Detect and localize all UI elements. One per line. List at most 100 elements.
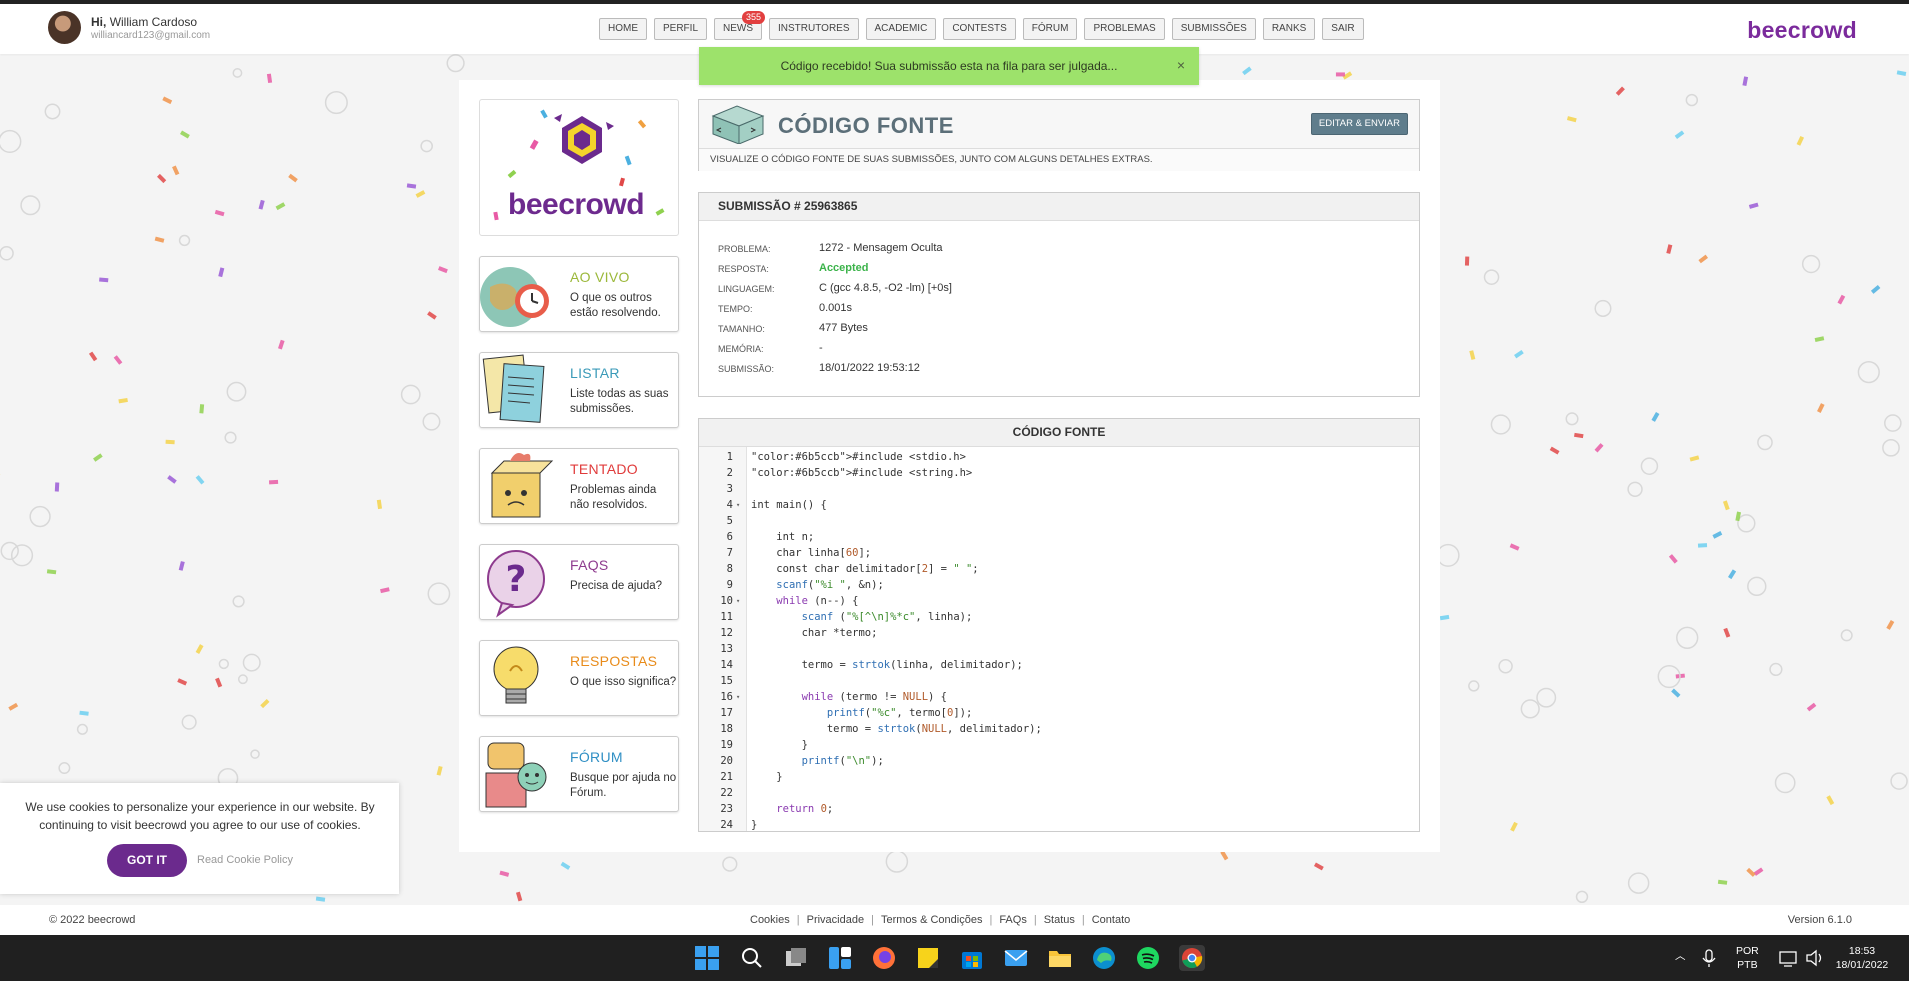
source-code-panel: CÓDIGO FONTE 1 "color:#6b5ccb">#include <…	[698, 418, 1420, 832]
confetti-piece	[438, 266, 448, 274]
edit-and-submit-button[interactable]: EDITAR & ENVIAR	[1310, 113, 1408, 135]
code-line[interactable]: 2 "color:#6b5ccb">#include <string.h>	[699, 465, 1419, 481]
nav-news[interactable]: NEWS 355	[714, 11, 766, 40]
code-line[interactable]: 17 printf("%c", termo[0]);	[699, 705, 1419, 721]
brand-logo[interactable]: beecrowd	[1747, 17, 1857, 44]
widgets-icon[interactable]	[827, 945, 853, 971]
sidebar-desc: Problemas ainda não resolvidos.	[570, 484, 657, 511]
fold-arrow-icon[interactable]: ▾	[736, 497, 740, 513]
confetti-piece	[1722, 500, 1730, 511]
code-text: scanf ("%[^\n]%*c", linha);	[801, 611, 973, 623]
volume-icon[interactable]	[1804, 945, 1826, 971]
code-text: while (termo != NULL) {	[801, 691, 947, 703]
nav-academic[interactable]: ACADEMIC	[865, 18, 937, 40]
code-line[interactable]: 19 }	[699, 737, 1419, 753]
avatar[interactable]	[48, 11, 81, 44]
search-icon[interactable]	[739, 945, 765, 971]
background-shape	[76, 723, 88, 735]
mail-icon[interactable]	[1003, 945, 1029, 971]
nav-contests[interactable]: CONTESTS	[943, 18, 1016, 40]
code-line[interactable]: 6 int n;	[699, 529, 1419, 545]
page-subtitle: VISUALIZE O CÓDIGO FONTE DE SUAS SUBMISS…	[699, 148, 1419, 171]
sidebar-title: LISTAR	[570, 365, 620, 381]
confetti-piece	[1615, 86, 1625, 96]
nav-perfil[interactable]: PERFIL	[654, 18, 708, 40]
code-line[interactable]: 8 const char delimitador[2] = " ";	[699, 561, 1419, 577]
chevron-up-icon[interactable]: ︿	[1675, 949, 1686, 963]
got-it-button[interactable]: GOT IT	[107, 844, 187, 877]
network-icon[interactable]	[1778, 945, 1800, 971]
firefox-icon[interactable]	[871, 945, 897, 971]
nav-home[interactable]: HOME	[599, 18, 647, 40]
code-line[interactable]: 10 ▾ while (n--) {	[699, 593, 1419, 609]
code-text: const char delimitador[2] = " ";	[751, 563, 979, 575]
code-line[interactable]: 20 printf("\n");	[699, 753, 1419, 769]
background-shape	[44, 103, 61, 120]
logo-card[interactable]: beecrowd	[479, 99, 679, 236]
code-line[interactable]: 23 return 0;	[699, 801, 1419, 817]
task-view-icon[interactable]	[783, 945, 809, 971]
footer-link-status[interactable]: Status	[1044, 914, 1075, 926]
code-line[interactable]: 9 scanf("%i ", &n);	[699, 577, 1419, 593]
code-line[interactable]: 15	[699, 673, 1419, 689]
sticky-notes-icon[interactable]	[915, 945, 941, 971]
source-code-header: CÓDIGO FONTE EDITAR & ENVIAR VISUALIZE O…	[698, 99, 1420, 171]
language-indicator[interactable]: POR PTB	[1736, 944, 1759, 972]
code-text: int n;	[751, 531, 815, 543]
nav-sair[interactable]: SAIR	[1322, 18, 1364, 40]
footer-link-privacidade[interactable]: Privacidade	[807, 914, 864, 926]
code-line[interactable]: 21 }	[699, 769, 1419, 785]
code-line[interactable]: 4 ▾ int main() {	[699, 497, 1419, 513]
confetti-piece	[376, 499, 383, 510]
nav-problemas[interactable]: PROBLEMAS	[1084, 18, 1165, 40]
sidebar-item-listar[interactable]: LISTAR Liste todas as suas submissões.	[479, 352, 679, 428]
fold-arrow-icon[interactable]: ▾	[736, 689, 740, 705]
footer-link-faqs[interactable]: FAQs	[999, 914, 1027, 926]
chrome-icon[interactable]	[1179, 945, 1205, 971]
background-shape	[1857, 361, 1880, 384]
separator: |	[1033, 914, 1037, 926]
code-line[interactable]: 1 "color:#6b5ccb">#include <stdio.h>	[699, 449, 1419, 465]
code-line[interactable]: 3	[699, 481, 1419, 497]
nav-instrutores[interactable]: INSTRUTORES	[769, 18, 859, 40]
nav-forum[interactable]: FÓRUM	[1022, 18, 1078, 40]
sidebar-item-tentado[interactable]: TENTADO Problemas ainda não resolvidos.	[479, 448, 679, 524]
confetti-piece	[436, 765, 443, 776]
close-icon[interactable]: ×	[1177, 57, 1185, 73]
footer-link-termos[interactable]: Termos & Condições	[881, 914, 983, 926]
code-editor[interactable]: 1 "color:#6b5ccb">#include <stdio.h> 2 "col…	[699, 447, 1419, 831]
code-line[interactable]: 13	[699, 641, 1419, 657]
code-line[interactable]: 24}	[699, 817, 1419, 833]
cookie-policy-link[interactable]: Read Cookie Policy	[197, 854, 293, 866]
code-line[interactable]: 22	[699, 785, 1419, 801]
microphone-icon[interactable]	[1699, 945, 1719, 971]
background-shape	[1436, 543, 1460, 567]
code-line[interactable]: 5	[699, 513, 1419, 529]
windows-start-icon[interactable]	[694, 945, 720, 971]
code-line[interactable]: 12 char *termo;	[699, 625, 1419, 641]
confetti-piece	[1439, 614, 1450, 621]
fold-arrow-icon[interactable]: ▾	[736, 593, 740, 609]
store-icon[interactable]	[959, 945, 985, 971]
nav-submissoes[interactable]: SUBMISSÕES	[1171, 18, 1256, 40]
sidebar-item-faqs[interactable]: ? FAQS Precisa de ajuda?	[479, 544, 679, 620]
clock[interactable]: 18:53 18/01/2022	[1832, 944, 1892, 972]
footer: © 2022 beecrowd Cookies | Privacidade | Te…	[0, 905, 1909, 935]
user-info[interactable]: Hi, William Cardoso williancard123@gmail…	[48, 11, 210, 44]
code-line[interactable]: 14 termo = strtok(linha, delimitador);	[699, 657, 1419, 673]
code-line[interactable]: 7 char linha[60];	[699, 545, 1419, 561]
footer-link-cookies[interactable]: Cookies	[750, 914, 790, 926]
file-explorer-icon[interactable]	[1047, 945, 1073, 971]
sidebar-item-ao-vivo[interactable]: AO VIVO O que os outros estão resolvendo…	[479, 256, 679, 332]
edge-icon[interactable]	[1091, 945, 1117, 971]
sidebar-item-respostas[interactable]: RESPOSTAS O que isso significa?	[479, 640, 679, 716]
nav-ranks[interactable]: RANKS	[1262, 18, 1316, 40]
code-line[interactable]: 16 ▾ while (termo != NULL) {	[699, 689, 1419, 705]
code-line[interactable]: 18 termo = strtok(NULL, delimitador);	[699, 721, 1419, 737]
spotify-icon[interactable]	[1135, 945, 1161, 971]
confetti-piece	[79, 710, 89, 716]
detail-value: 1272 - Mensagem Oculta	[819, 242, 943, 254]
code-line[interactable]: 11 scanf ("%[^\n]%*c", linha);	[699, 609, 1419, 625]
footer-link-contato[interactable]: Contato	[1092, 914, 1131, 926]
sidebar-item-forum[interactable]: FÓRUM Busque por ajuda no Fórum.	[479, 736, 679, 812]
